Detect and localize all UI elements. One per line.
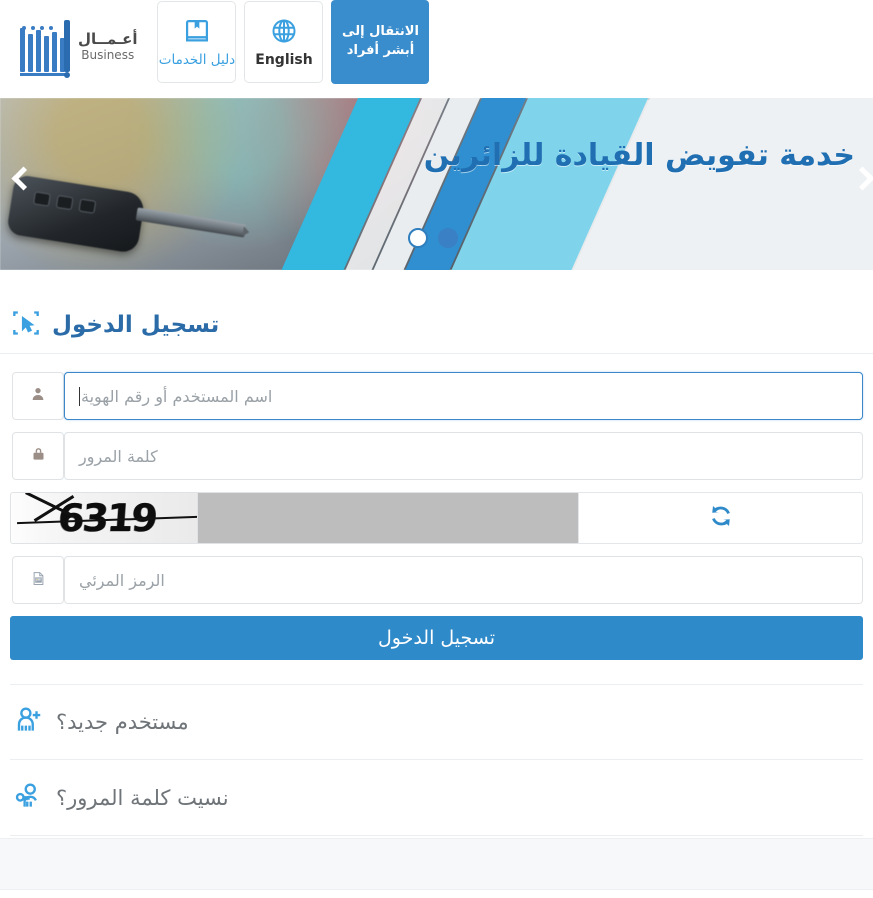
forgot-password-link[interactable]: نسيت كلمة المرور؟ [10, 760, 863, 836]
absher-business-logo[interactable]: أعـمــال Business [18, 14, 137, 80]
image-icon [31, 570, 46, 591]
lock-icon [31, 446, 46, 466]
username-input[interactable]: اسم المستخدم أو رقم الهوية [64, 372, 863, 420]
banner-dot-2[interactable] [408, 228, 428, 248]
logo-arabic-label: أعـمــال [78, 30, 138, 49]
absher-business-login-page: أعـمــال Business دليل الخدمات English ا… [0, 0, 873, 898]
chevron-left-icon [11, 166, 36, 191]
password-placeholder: كلمة المرور [79, 446, 158, 466]
globe-icon [270, 17, 298, 45]
captcha-input[interactable]: الرمز المرئي [64, 556, 863, 604]
go-to-absher-individuals-button[interactable]: الانتقال إلى أبشر أفراد [331, 0, 430, 84]
text-caret [79, 386, 80, 406]
captcha-placeholder: الرمز المرئي [79, 570, 165, 590]
captcha-field-icon-box [12, 556, 64, 604]
password-input[interactable]: كلمة المرور [64, 432, 863, 480]
new-user-label: مستخدم جديد؟ [56, 710, 189, 734]
footer-band [0, 838, 873, 890]
login-section-header: تسجيل الدخول [0, 296, 873, 354]
username-row: اسم المستخدم أو رقم الهوية [10, 372, 863, 420]
car-key-blade [135, 207, 247, 238]
logo-text: أعـمــال Business [78, 31, 137, 62]
services-guide-label: دليل الخدمات [158, 51, 236, 68]
new-user-link[interactable]: مستخدم جديد؟ [10, 684, 863, 760]
captcha-display-row: 6319 [10, 492, 863, 544]
logo-alef-dot [64, 72, 70, 78]
user-plus-icon [14, 705, 44, 739]
user-key-icon [14, 781, 44, 815]
refresh-icon [706, 501, 736, 535]
language-label: English [255, 51, 313, 68]
chevron-right-icon [850, 166, 873, 191]
banner-prev-button[interactable] [2, 166, 36, 200]
username-field-icon-box [12, 372, 64, 420]
captcha-input-row: الرمز المرئي [10, 556, 863, 604]
logo-english-label: Business [81, 47, 135, 62]
captcha-spacer [198, 492, 578, 544]
book-icon [183, 17, 211, 45]
forgot-password-label: نسيت كلمة المرور؟ [56, 785, 229, 810]
logo-baseline [20, 73, 66, 76]
services-guide-button[interactable]: دليل الخدمات [157, 1, 237, 83]
password-field-icon-box [12, 432, 64, 480]
absher-logo-icon [18, 16, 70, 78]
captcha-image: 6319 [10, 492, 198, 544]
password-row: كلمة المرور [10, 432, 863, 480]
login-heading: تسجيل الدخول [52, 311, 220, 338]
login-form: اسم المستخدم أو رقم الهوية كلمة المرور 6… [10, 372, 863, 836]
banner-dot-1[interactable] [438, 228, 458, 248]
banner-next-button[interactable] [841, 166, 873, 200]
logo-bars [20, 28, 65, 72]
site-header: أعـمــال Business دليل الخدمات English ا… [0, 0, 873, 94]
username-placeholder: اسم المستخدم أو رقم الهوية [81, 386, 273, 406]
logo-alef-bar [64, 20, 70, 72]
login-submit-button[interactable]: تسجيل الدخول [10, 616, 863, 660]
language-switch-button[interactable]: English [244, 1, 324, 83]
banner-pagination [408, 228, 458, 248]
user-icon [30, 386, 46, 406]
cursor-select-icon [12, 309, 40, 341]
car-key-buttons [33, 191, 97, 214]
captcha-refresh-button[interactable] [578, 492, 863, 544]
banner-title: خدمة تفويض القيادة للزائرين [423, 138, 856, 173]
